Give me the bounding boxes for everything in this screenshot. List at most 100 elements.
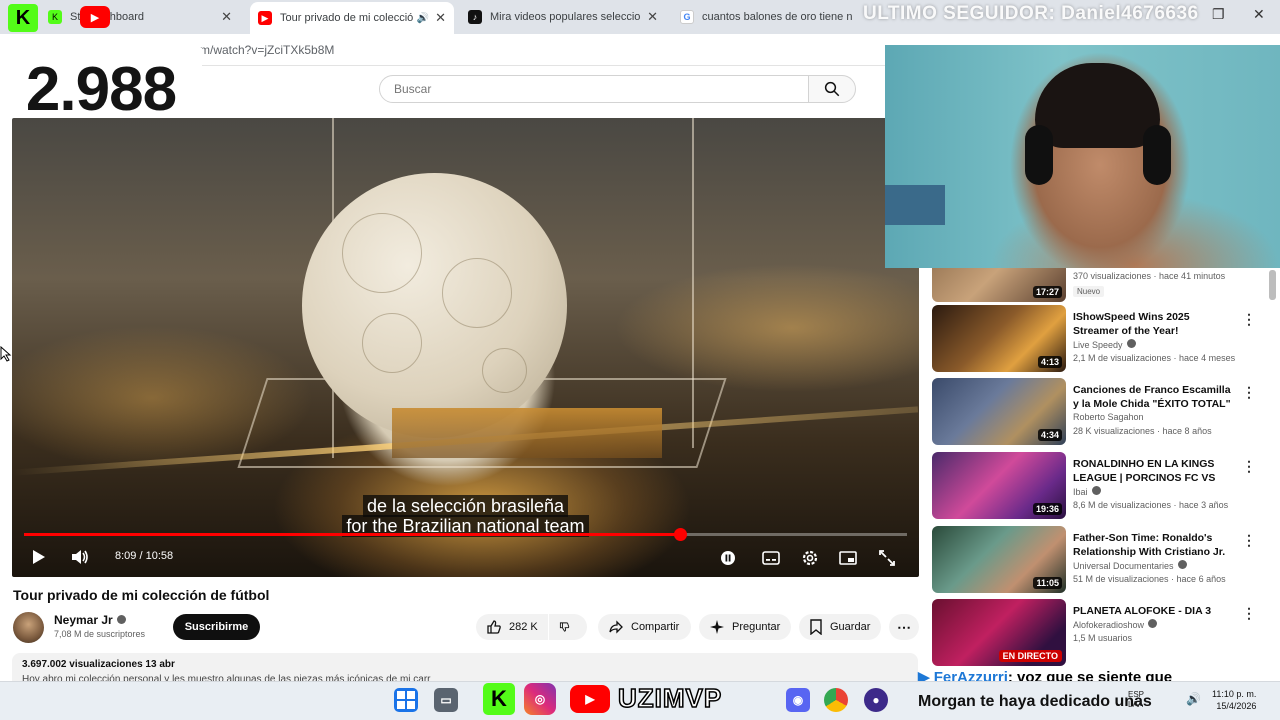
task-view-icon[interactable]: ▭	[434, 688, 458, 712]
volume-tray-icon[interactable]: 🔊	[1186, 692, 1201, 706]
channel-row[interactable]: Live Speedy	[1073, 339, 1136, 350]
language-code: ESP	[1128, 690, 1145, 699]
live-badge: EN DIRECTO	[998, 650, 1062, 662]
video-title[interactable]: Father-Son Time: Ronaldo's Relationship …	[1073, 531, 1233, 559]
channel-name[interactable]: Ibai	[1073, 487, 1088, 497]
volume-icon	[72, 550, 88, 564]
tab-label: Mira videos populares seleccion	[490, 11, 642, 23]
channel-name[interactable]: Live Speedy	[1073, 340, 1123, 350]
thumbs-down-icon	[559, 622, 570, 632]
fullscreen-button[interactable]	[878, 549, 896, 567]
tab-google-search[interactable]: G cuantos balones de oro tiene n	[672, 4, 872, 30]
tiktok-icon: ♪	[468, 10, 482, 24]
sidebar-scrollbar[interactable]	[1269, 270, 1276, 300]
more-vert-icon[interactable]: ⋮	[1242, 458, 1256, 475]
recommendation-item[interactable]: 19:36 RONALDINHO EN LA KINGS LEAGUE | PO…	[932, 452, 1267, 520]
close-tab-icon[interactable]: ✕	[647, 9, 658, 25]
url-text[interactable]: m/watch?v=jZciTXk5b8M	[200, 43, 334, 57]
video-thumbnail[interactable]: 11:05	[932, 526, 1066, 593]
ball-emblem	[342, 213, 422, 293]
subtitles-button[interactable]	[761, 549, 781, 567]
progress-scrubber[interactable]	[673, 528, 687, 541]
video-duration: 4:34	[1037, 429, 1062, 441]
play-button[interactable]	[28, 548, 50, 566]
video-thumbnail[interactable]: 4:13	[932, 305, 1066, 372]
tab-kick-dashboard[interactable]: K Str ki ashboard ✕	[40, 4, 240, 30]
progress-bar[interactable]	[24, 528, 907, 541]
volume-button[interactable]	[69, 548, 91, 566]
new-badge: Nuevo	[1073, 286, 1105, 297]
channel-name-row[interactable]: Neymar Jr	[54, 613, 126, 627]
close-tab-icon[interactable]: ✕	[221, 9, 232, 25]
settings-button[interactable]	[800, 548, 820, 568]
obs-icon[interactable]: ●	[864, 688, 888, 712]
video-player[interactable]: de la selección brasileña for the Brazil…	[12, 118, 919, 577]
video-thumbnail[interactable]: 19:36	[932, 452, 1066, 519]
channel-avatar[interactable]	[13, 612, 44, 643]
video-meta: 1,5 M usuarios	[1073, 633, 1133, 643]
channel-name[interactable]: Universal Documentaries	[1073, 561, 1174, 571]
video-title[interactable]: PLANETA ALOFOKE - DIA 3	[1073, 604, 1233, 618]
youtube-icon: ▶	[258, 11, 272, 25]
more-actions-button[interactable]: ⋯	[889, 614, 919, 640]
subtitle-line: de la selección brasileña	[12, 495, 919, 517]
more-vert-icon[interactable]: ⋮	[1242, 532, 1256, 549]
verified-icon	[1148, 619, 1158, 628]
language-indicator[interactable]: ESP LAA	[1128, 690, 1144, 710]
restore-window-icon[interactable]: ❐	[1212, 6, 1225, 23]
autoplay-toggle[interactable]	[719, 549, 737, 567]
recommendation-item[interactable]: 4:34 Canciones de Franco Escamilla y la …	[932, 378, 1267, 446]
video-thumbnail[interactable]: EN DIRECTO	[932, 599, 1066, 666]
dislike-button[interactable]	[549, 614, 587, 640]
search-button[interactable]	[808, 75, 856, 103]
ask-button[interactable]: Preguntar	[699, 614, 791, 640]
streamer-brand: UZIMVP	[617, 682, 723, 714]
save-button[interactable]: Guardar	[799, 614, 881, 640]
gear-icon	[802, 550, 818, 566]
miniplayer-icon	[839, 551, 857, 565]
channel-row[interactable]: Universal Documentaries	[1073, 560, 1187, 571]
more-vert-icon[interactable]: ⋮	[1242, 384, 1256, 401]
kick-logo-icon: K	[8, 4, 38, 32]
bookmark-icon	[810, 619, 822, 635]
video-title[interactable]: Canciones de Franco Escamilla y la Mole …	[1073, 383, 1233, 411]
instagram-icon: ◎	[524, 683, 556, 715]
miniplayer-button[interactable]	[838, 549, 858, 567]
chrome-icon[interactable]	[824, 688, 848, 712]
recommendation-item[interactable]: 4:13 IShowSpeed Wins 2025 Streamer of th…	[932, 305, 1267, 373]
more-vert-icon[interactable]: ⋮	[1242, 605, 1256, 622]
video-title: Tour privado de mi colección de fútbol	[13, 587, 270, 603]
ball-emblem	[482, 348, 527, 393]
windows-start-icon[interactable]	[394, 688, 418, 712]
ball-stand	[392, 408, 662, 458]
subscribe-button[interactable]: Suscribirme	[173, 614, 260, 640]
channel-name[interactable]: Alofokeradioshow	[1073, 620, 1144, 630]
channel-name[interactable]: Neymar Jr	[54, 613, 113, 627]
more-vert-icon[interactable]: ⋮	[1242, 311, 1256, 328]
discord-icon[interactable]: ◉	[786, 688, 810, 712]
channel-name[interactable]: Roberto Sagahon	[1073, 412, 1144, 422]
close-tab-icon[interactable]: ✕	[435, 10, 446, 26]
share-icon	[609, 620, 623, 634]
system-clock[interactable]: 11:10 p. m. 15/4/2026	[1212, 688, 1256, 712]
close-window-icon[interactable]: ✕	[1253, 6, 1265, 23]
tab-tiktok[interactable]: ♪ Mira videos populares seleccion ✕	[460, 4, 666, 30]
video-title[interactable]: IShowSpeed Wins 2025 Streamer of the Yea…	[1073, 310, 1233, 338]
pause-circle-icon	[721, 551, 735, 565]
channel-row[interactable]: Ibai	[1073, 486, 1101, 497]
search-input[interactable]	[394, 82, 794, 96]
description-stats: 3.697.002 visualizaciones 13 abr	[22, 659, 175, 670]
video-title[interactable]: RONALDINHO EN LA KINGS LEAGUE | PORCINOS…	[1073, 457, 1233, 485]
share-label: Compartir	[631, 621, 680, 633]
recommendation-item[interactable]: EN DIRECTO PLANETA ALOFOKE - DIA 3 Alofo…	[932, 599, 1267, 667]
share-button[interactable]: Compartir	[598, 614, 691, 640]
tab-youtube-video[interactable]: ▶ Tour privado de mi colecció 🔊 ✕	[250, 2, 454, 34]
like-button[interactable]: 282 K	[476, 614, 548, 640]
verified-icon	[1177, 560, 1187, 569]
channel-row[interactable]: Alofokeradioshow	[1073, 619, 1158, 630]
video-thumbnail[interactable]: 4:34	[932, 378, 1066, 445]
search-box[interactable]	[379, 75, 809, 103]
recommendation-item[interactable]: 11:05 Father-Son Time: Ronaldo's Relatio…	[932, 526, 1267, 594]
speaker-icon[interactable]: 🔊	[417, 13, 429, 24]
kick-logo-icon: K	[483, 683, 515, 715]
